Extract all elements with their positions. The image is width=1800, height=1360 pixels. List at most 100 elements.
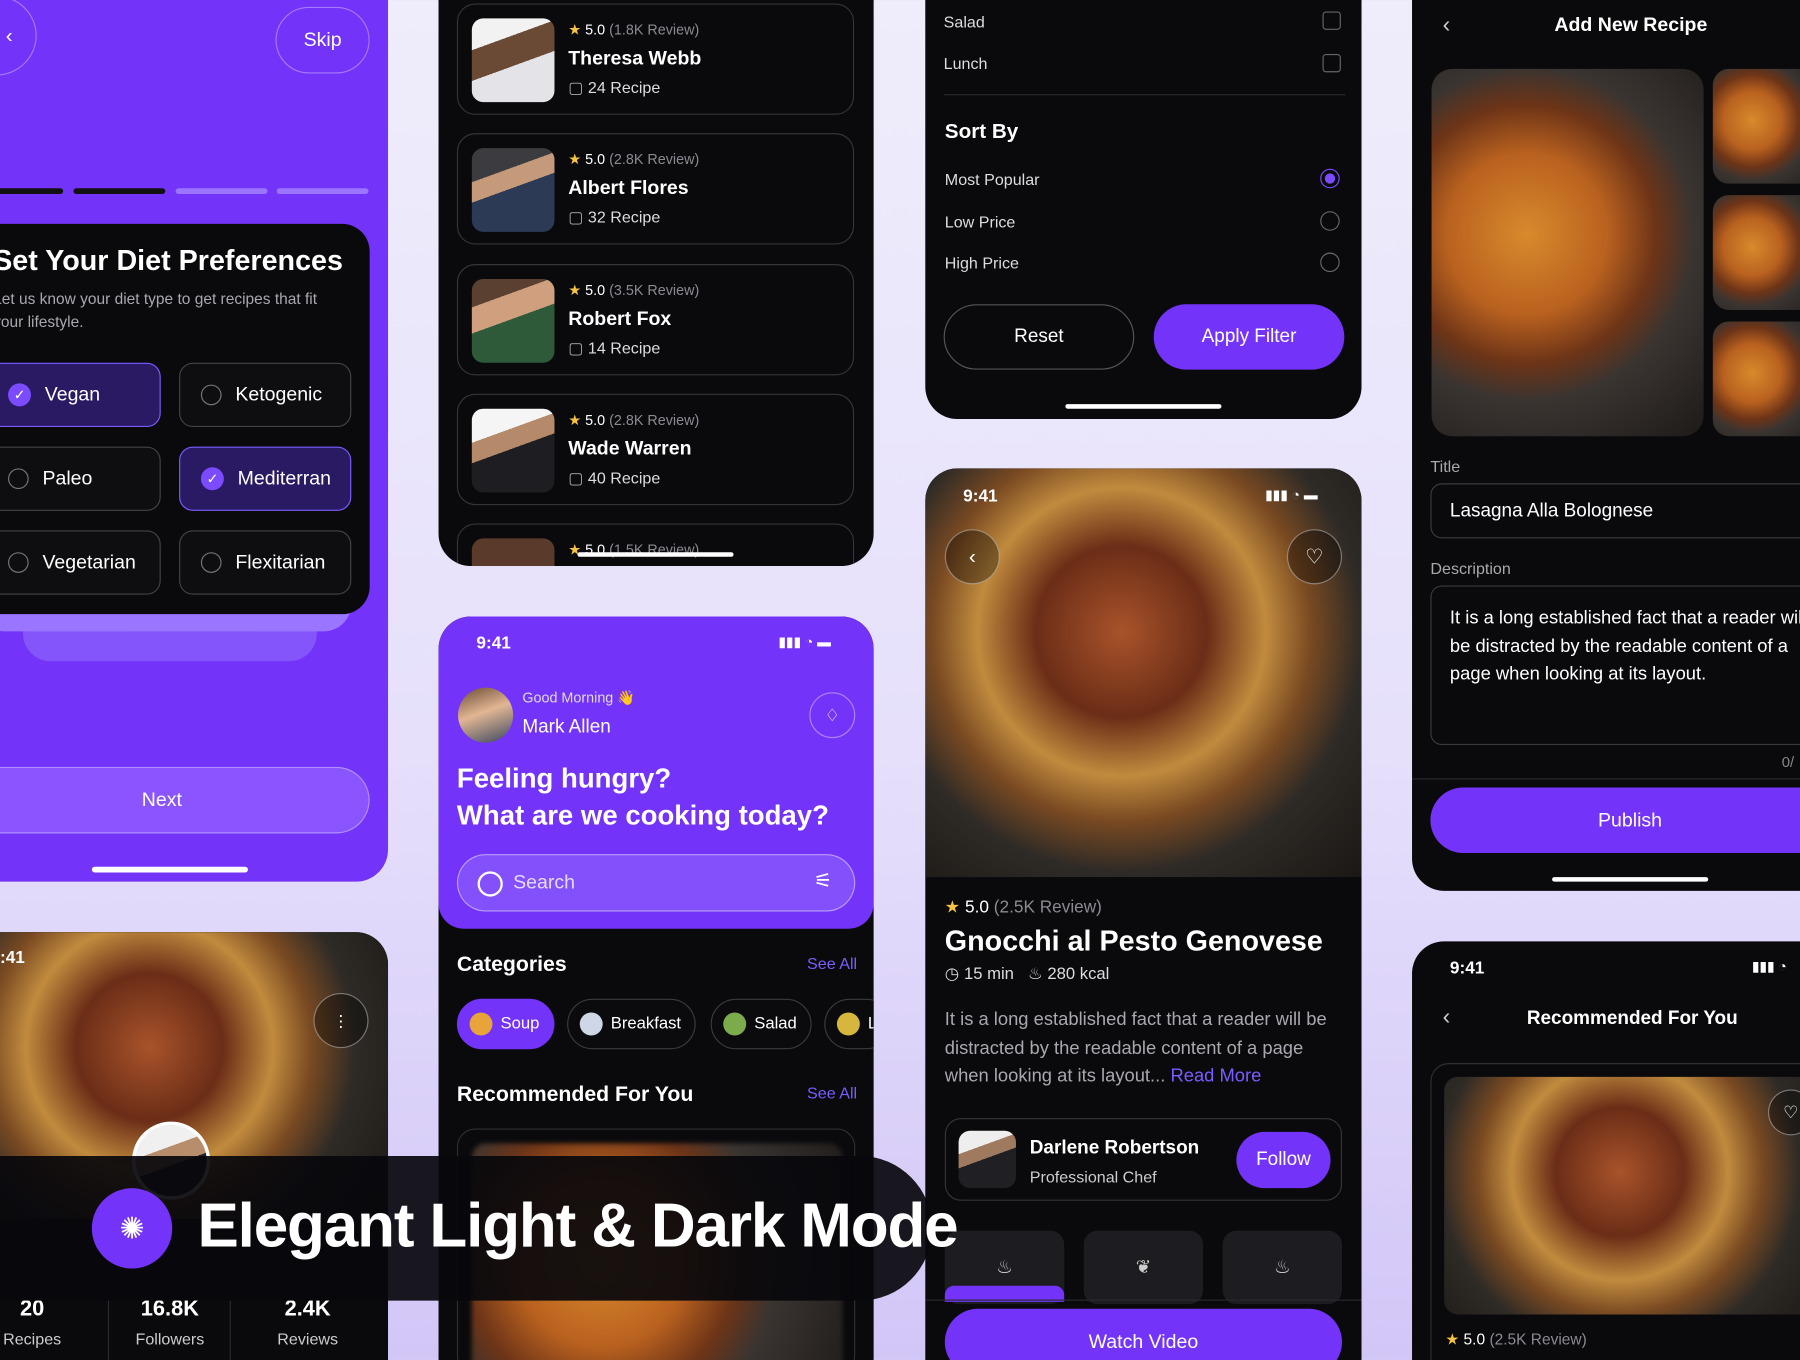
filter-screen: Salad Lunch Sort By Most Popular Low Pri… bbox=[925, 0, 1362, 420]
breakfast-icon bbox=[579, 1012, 603, 1036]
recipe-photo bbox=[1444, 1076, 1800, 1315]
stat-value: 20 bbox=[20, 1297, 45, 1322]
chef-card[interactable]: ★ 5.0 (2.8K Review) Albert Flores ▢ 32 R… bbox=[456, 133, 855, 245]
diet-option-mediterran[interactable]: ✓ Mediterran bbox=[179, 446, 352, 511]
chef-card[interactable]: ★ 5.0 (1.8K Review) Theresa Webb ▢ 24 Re… bbox=[456, 3, 855, 115]
stat-label: Reviews bbox=[277, 1329, 339, 1348]
banner-icon-button: ✺ bbox=[91, 1188, 173, 1269]
category-chip-breakfast[interactable]: Breakfast bbox=[567, 998, 696, 1050]
category-chip-soup[interactable]: Soup bbox=[456, 998, 555, 1050]
stat-recipes[interactable]: 20 Recipes bbox=[0, 1297, 96, 1348]
filter-category-checkbox[interactable] bbox=[1322, 11, 1341, 30]
onboarding-screen: ‹ Skip Set Your Diet Preferences Let us … bbox=[0, 0, 389, 882]
preferences-subtitle-line1: Let us know your diet type to get recipe… bbox=[0, 290, 318, 308]
diet-option-vegetarian[interactable]: Vegetarian bbox=[0, 530, 161, 595]
chef-card[interactable]: Darlene Robertson Professional Chef Foll… bbox=[944, 1118, 1343, 1201]
recipe-title: Gnocchi al Pesto Genovese bbox=[944, 925, 1323, 958]
diet-option-paleo[interactable]: Paleo bbox=[0, 446, 161, 511]
notification-button[interactable]: ♢ bbox=[809, 692, 856, 739]
chef-card-partial[interactable]: ★ 5.0 (1.5K Review) bbox=[456, 523, 855, 566]
add-recipe-screen: ‹ Add New Recipe Title Lasagna Alla Bolo… bbox=[1412, 0, 1800, 891]
filter-sliders-icon[interactable]: ⚟ bbox=[814, 869, 833, 893]
search-input[interactable]: Search bbox=[513, 871, 575, 894]
see-all-link[interactable]: See All bbox=[807, 1084, 857, 1102]
follow-button[interactable]: Follow bbox=[1236, 1131, 1331, 1189]
diet-option-label: Mediterran bbox=[237, 467, 331, 490]
publish-button[interactable]: Publish bbox=[1430, 787, 1800, 853]
heart-icon: ♡ bbox=[1305, 544, 1324, 568]
battery-icon: ▬ bbox=[1303, 486, 1318, 503]
watch-video-button[interactable]: Watch Video bbox=[944, 1308, 1343, 1360]
chef-name: Albert Flores bbox=[568, 176, 689, 199]
home-indicator bbox=[577, 552, 734, 557]
recipe-thumbnail[interactable] bbox=[1712, 68, 1800, 184]
diet-option-ketogenic[interactable]: Ketogenic bbox=[179, 362, 352, 428]
status-time: :41 bbox=[0, 948, 25, 968]
chef-card[interactable]: ★ 5.0 (2.8K Review) Wade Warren ▢ 40 Rec… bbox=[456, 393, 855, 506]
sort-radio-selected[interactable] bbox=[1320, 168, 1340, 189]
diet-option-vegan[interactable]: ✓ Vegan bbox=[0, 362, 161, 428]
filter-category-checkbox[interactable] bbox=[1322, 53, 1341, 73]
back-button[interactable]: ‹ bbox=[0, 0, 37, 76]
flame-icon: ♨ bbox=[1274, 1258, 1291, 1278]
stat-reviews[interactable]: 2.4K Reviews bbox=[243, 1297, 372, 1348]
bell-icon: ♢ bbox=[824, 706, 841, 726]
skip-button[interactable]: Skip bbox=[275, 6, 370, 74]
chef-name: Wade Warren bbox=[568, 437, 692, 460]
favorite-button[interactable]: ♡ bbox=[1286, 529, 1343, 585]
progress-step-4 bbox=[276, 188, 369, 195]
next-button[interactable]: Next bbox=[0, 766, 370, 834]
sort-radio[interactable] bbox=[1320, 211, 1340, 231]
search-bar[interactable]: Search ⚟ bbox=[456, 854, 856, 912]
recipe-rating: ★ 5.0 (2.5K Review) bbox=[944, 897, 1102, 918]
checkmark-icon: ✓ bbox=[8, 383, 31, 407]
recipe-card[interactable]: ♡ ★ 5.0 (2.5K Review) bbox=[1430, 1063, 1800, 1360]
filter-category-label: Lunch bbox=[943, 53, 988, 73]
divider bbox=[925, 1299, 1362, 1301]
stat-value: 16.8K bbox=[140, 1297, 199, 1322]
progress-step-2 bbox=[73, 188, 166, 195]
radio-icon bbox=[8, 552, 29, 573]
description-label: Description bbox=[1430, 559, 1511, 578]
flame-icon: ♨ bbox=[1027, 965, 1043, 984]
description-input[interactable]: It is a long established fact that a rea… bbox=[1430, 585, 1800, 746]
chevron-left-icon[interactable]: ‹ bbox=[1437, 1004, 1455, 1030]
diet-option-flexitarian[interactable]: Flexitarian bbox=[179, 530, 352, 595]
recipe-thumbnail[interactable] bbox=[1712, 321, 1800, 437]
lunch-icon bbox=[836, 1012, 860, 1036]
chef-recipe-count: ▢ 14 Recipe bbox=[568, 338, 661, 358]
diet-option-label: Flexitarian bbox=[235, 551, 326, 573]
signal-icon: ▮▮▮ bbox=[778, 633, 802, 650]
recommended-screen: 9:41 ▮▮▮ ◔ ‹ Recommended For You ♡ ★ 5.0… bbox=[1412, 941, 1800, 1360]
more-options-button[interactable]: ⋮ bbox=[313, 993, 369, 1049]
back-button[interactable]: ‹ bbox=[944, 529, 1000, 585]
see-all-link[interactable]: See All bbox=[807, 954, 857, 972]
status-icons: ▮▮▮ ◔ ▬ bbox=[778, 634, 831, 650]
chevron-left-icon[interactable]: ‹ bbox=[1437, 12, 1455, 38]
stat-followers[interactable]: 16.8K Followers bbox=[106, 1297, 235, 1348]
nutrition-item: ♨ bbox=[1222, 1230, 1343, 1305]
stat-label: Recipes bbox=[3, 1329, 62, 1348]
avatar[interactable] bbox=[458, 687, 514, 743]
page-title: Add New Recipe bbox=[1554, 13, 1708, 36]
recipe-main-photo[interactable] bbox=[1431, 68, 1704, 437]
chef-card[interactable]: ★ 5.0 (3.5K Review) Robert Fox ▢ 14 Reci… bbox=[456, 264, 855, 376]
read-more-link[interactable]: Read More bbox=[1170, 1066, 1261, 1086]
title-input[interactable]: Lasagna Alla Bolognese bbox=[1430, 483, 1800, 539]
home-indicator bbox=[91, 866, 248, 873]
recipe-thumbnail[interactable] bbox=[1712, 195, 1800, 310]
chef-avatar bbox=[471, 538, 555, 566]
category-chip-salad[interactable]: Salad bbox=[710, 998, 812, 1050]
apply-filter-button[interactable]: Apply Filter bbox=[1153, 304, 1345, 370]
star-icon: ★ bbox=[1445, 1330, 1460, 1348]
stat-value: 2.4K bbox=[284, 1297, 331, 1322]
category-chip-partial[interactable]: L bbox=[824, 998, 874, 1050]
search-icon bbox=[477, 871, 503, 897]
reset-button[interactable]: Reset bbox=[943, 304, 1135, 370]
sort-radio[interactable] bbox=[1320, 252, 1340, 273]
chef-recipe-count: ▢ 24 Recipe bbox=[568, 78, 661, 97]
collage: ‹ Skip Set Your Diet Preferences Let us … bbox=[0, 0, 1800, 1360]
star-icon: ★ bbox=[568, 282, 582, 299]
status-time: 9:41 bbox=[1449, 958, 1485, 979]
greeting-text: Good Morning 👋 bbox=[522, 689, 636, 707]
